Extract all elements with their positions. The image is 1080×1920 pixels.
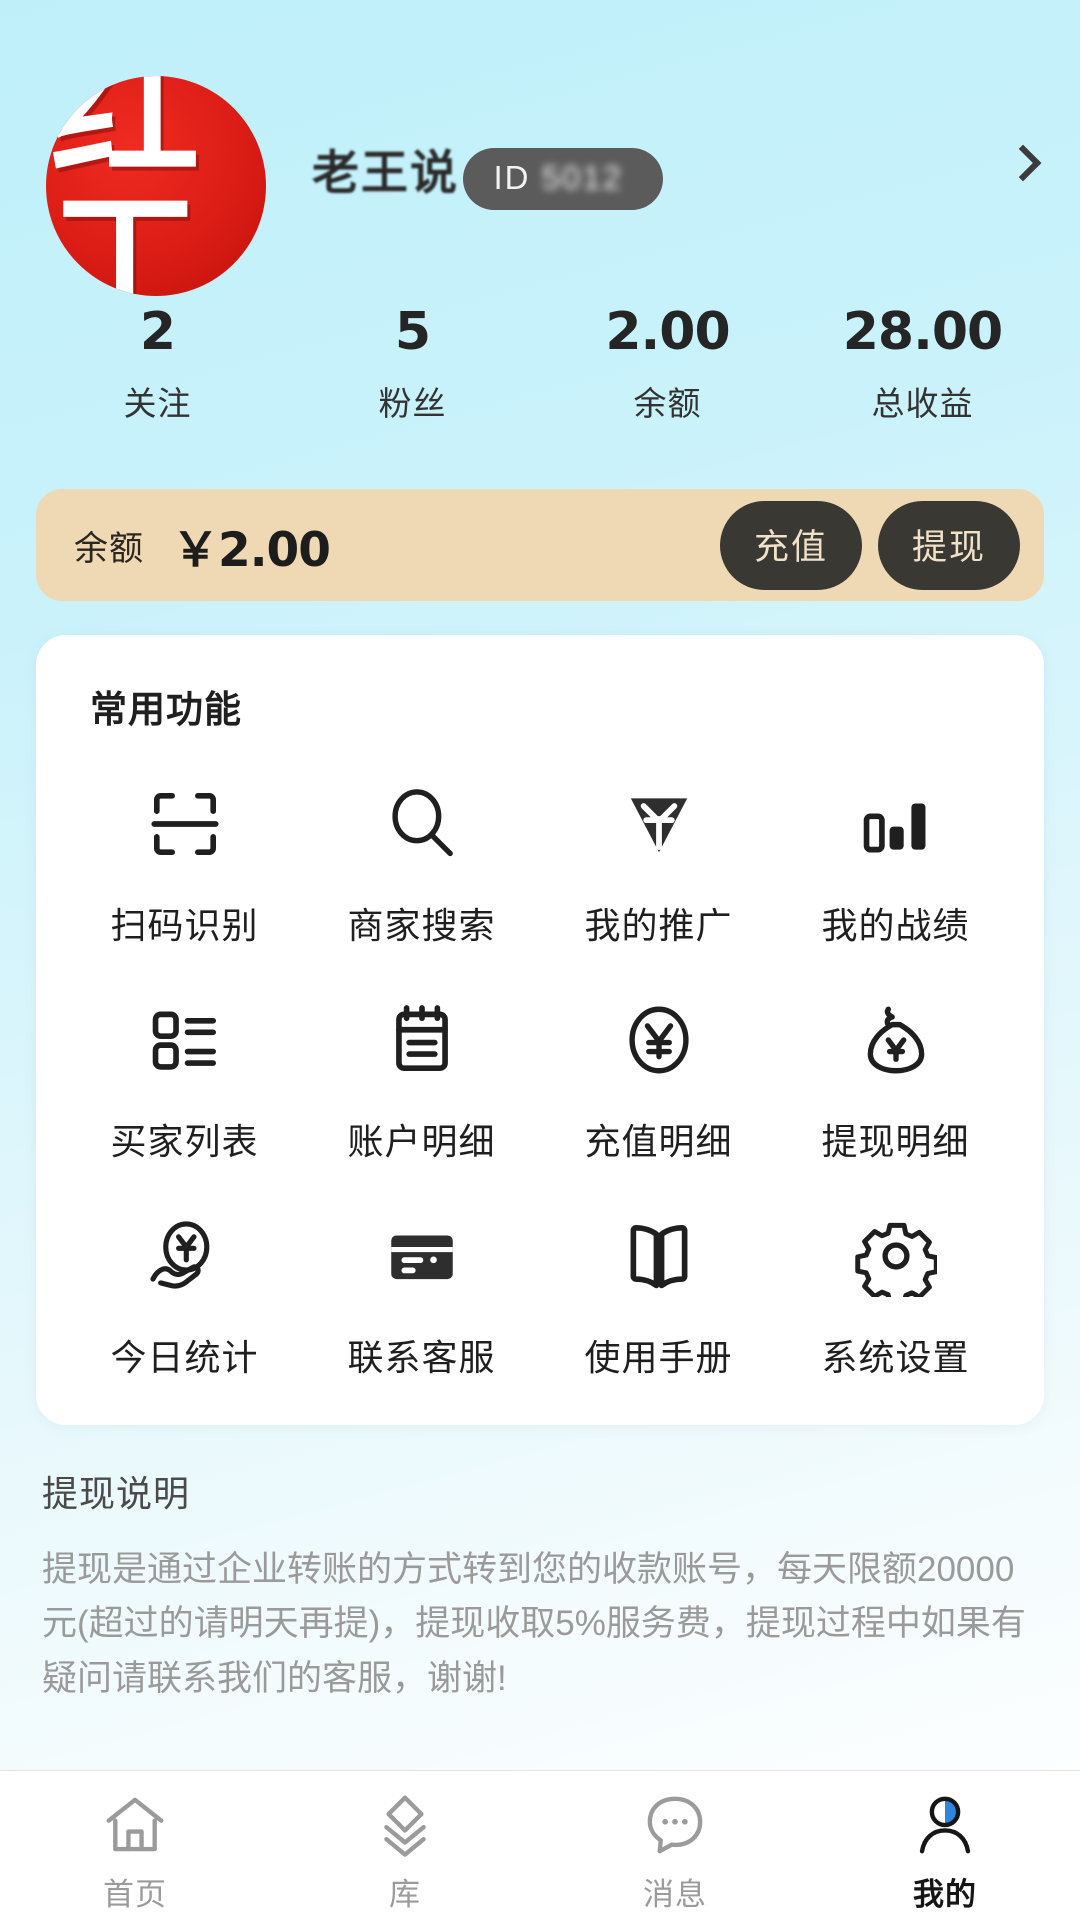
function-system-settings[interactable]: 系统设置 — [777, 1213, 1014, 1381]
common-functions-card: 常用功能 扫码识别 商家搜索 我的推广 我的战绩 买家列表 账户明细 充值明细 … — [36, 635, 1044, 1426]
function-scan-code[interactable]: 扫码识别 — [66, 781, 303, 949]
balance-amount: ￥2.00 — [172, 522, 331, 578]
scan-code-icon — [142, 781, 228, 867]
function-user-manual[interactable]: 使用手册 — [540, 1213, 777, 1381]
yuan-circle-icon — [616, 997, 702, 1083]
list-icon — [142, 997, 228, 1083]
recharge-button[interactable]: 充值 — [719, 500, 862, 590]
clipboard-icon — [379, 997, 465, 1083]
function-label: 今日统计 — [110, 1337, 259, 1379]
tab-library[interactable]: 库 — [270, 1789, 540, 1914]
chat-icon — [639, 1789, 711, 1861]
bottom-tabbar: 首页 库 消息 我的 — [0, 1770, 1080, 1920]
withdraw-button[interactable]: 提现 — [877, 500, 1020, 590]
stat-label: 余额 — [633, 385, 702, 423]
function-my-promotion[interactable]: 我的推广 — [540, 781, 777, 949]
bar-chart-icon — [853, 781, 939, 867]
avatar[interactable]: 红工 — [46, 76, 266, 296]
function-label: 我的推广 — [584, 905, 733, 947]
profile-id-prefix: ID — [493, 159, 542, 196]
function-grid: 扫码识别 商家搜索 我的推广 我的战绩 买家列表 账户明细 充值明细 提现明细 … — [66, 781, 1014, 1381]
stat-value: 5 — [394, 302, 431, 362]
gear-icon — [853, 1213, 939, 1299]
function-recharge-details[interactable]: 充值明细 — [540, 997, 777, 1165]
tab-messages[interactable]: 消息 — [540, 1789, 810, 1914]
common-functions-title: 常用功能 — [90, 689, 242, 731]
balance-label: 余额 — [74, 529, 144, 568]
function-contact-support[interactable]: 联系客服 — [303, 1213, 540, 1381]
stat-value: 2 — [139, 302, 176, 362]
stat-total-earnings[interactable]: 28.00 总收益 — [795, 302, 1050, 425]
stats-row: 2 关注 5 粉丝 2.00 余额 28.00 总收益 — [0, 302, 1080, 425]
profile-name: 老王说 — [312, 146, 459, 199]
tab-label: 我的 — [913, 1877, 977, 1912]
function-my-record[interactable]: 我的战绩 — [777, 781, 1014, 949]
avatar-logo-glyph: 红工 — [50, 76, 200, 296]
tab-label: 首页 — [103, 1877, 167, 1912]
search-icon — [379, 781, 465, 867]
function-label: 提现明细 — [821, 1121, 970, 1163]
function-withdraw-details[interactable]: 提现明细 — [777, 997, 1014, 1165]
withdraw-notice-body: 提现是通过企业转账的方式转到您的收款账号，每天限额20000元(超过的请明天再提… — [42, 1550, 1026, 1698]
function-account-details[interactable]: 账户明细 — [303, 997, 540, 1165]
profile-id-value: 5012 — [541, 159, 624, 196]
open-book-icon — [616, 1213, 702, 1299]
tab-label: 库 — [389, 1877, 421, 1912]
stat-value: 28.00 — [842, 302, 1003, 362]
person-icon — [909, 1789, 981, 1861]
tab-mine[interactable]: 我的 — [810, 1789, 1080, 1914]
profile-info: 老王说 ID 5012 — [312, 76, 1046, 210]
function-label: 买家列表 — [110, 1121, 259, 1163]
home-icon — [99, 1789, 171, 1861]
my-account-screen: 红工 老王说 ID 5012 2 关注 5 粉丝 2.00 余额 28.00 总… — [0, 0, 1080, 1920]
layers-icon — [369, 1789, 441, 1861]
stat-label: 关注 — [123, 385, 192, 423]
function-today-statistics[interactable]: 今日统计 — [66, 1213, 303, 1381]
withdraw-notice-title: 提现说明 — [42, 1473, 191, 1515]
function-buyer-list[interactable]: 买家列表 — [66, 997, 303, 1165]
function-label: 系统设置 — [821, 1337, 970, 1379]
money-bag-icon — [853, 997, 939, 1083]
function-label: 充值明细 — [584, 1121, 733, 1163]
function-label: 账户明细 — [347, 1121, 496, 1163]
withdraw-notice: 提现说明 提现是通过企业转账的方式转到您的收款账号，每天限额20000元(超过的… — [42, 1465, 1038, 1706]
stat-balance[interactable]: 2.00 余额 — [540, 302, 795, 425]
stat-value: 2.00 — [605, 302, 730, 362]
function-label: 扫码识别 — [110, 905, 259, 947]
function-label: 商家搜索 — [347, 905, 496, 947]
diamond-icon — [616, 781, 702, 867]
stat-label: 总收益 — [871, 385, 974, 423]
function-label: 使用手册 — [584, 1337, 733, 1379]
card-icon — [379, 1213, 465, 1299]
stat-fans[interactable]: 5 粉丝 — [285, 302, 540, 425]
function-label: 我的战绩 — [821, 905, 970, 947]
stat-label: 粉丝 — [378, 385, 447, 423]
function-merchant-search[interactable]: 商家搜索 — [303, 781, 540, 949]
profile-header[interactable]: 红工 老王说 ID 5012 — [0, 0, 1080, 300]
balance-bar: 余额 ￥2.00 充值 提现 — [36, 489, 1044, 602]
hand-yuan-icon — [142, 1213, 228, 1299]
tab-label: 消息 — [643, 1877, 707, 1912]
stat-following[interactable]: 2 关注 — [30, 302, 285, 425]
function-label: 联系客服 — [347, 1337, 496, 1379]
profile-id-badge: ID 5012 — [463, 148, 664, 210]
tab-home[interactable]: 首页 — [0, 1789, 270, 1914]
